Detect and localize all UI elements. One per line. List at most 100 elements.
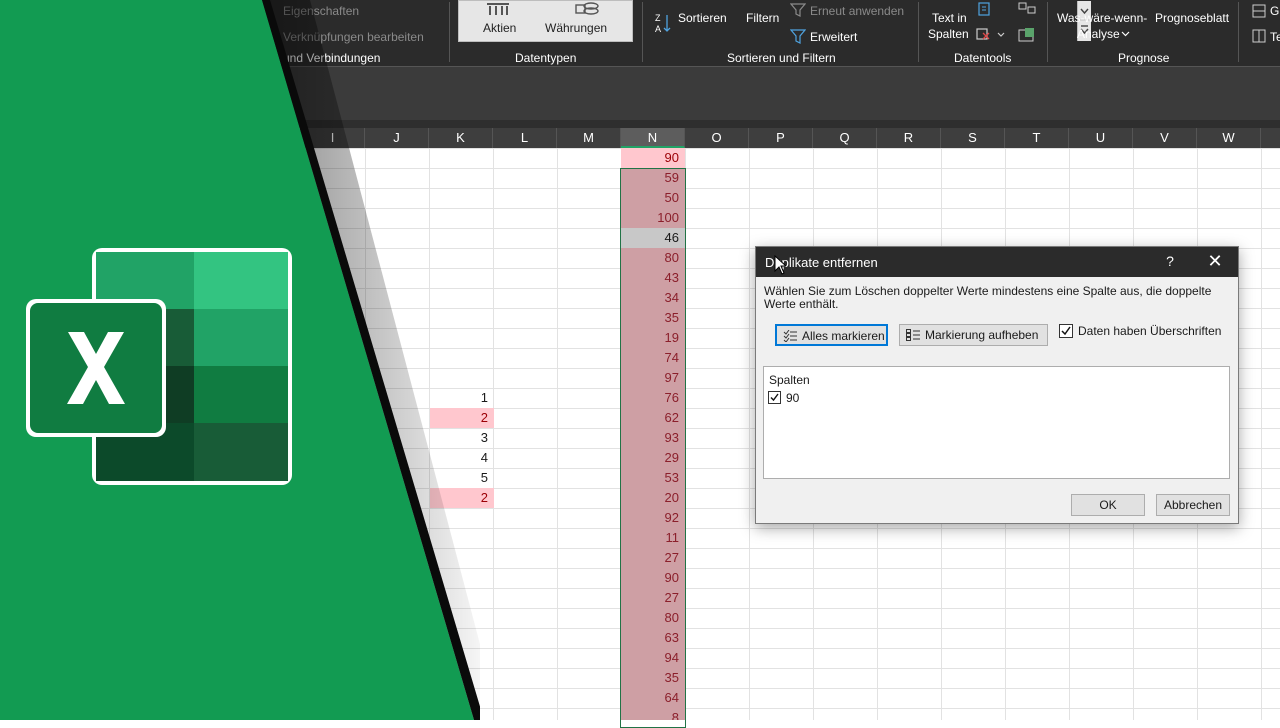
forecast-sheet-button[interactable]: Prognoseblatt <box>1155 11 1229 25</box>
sort-filter-group-label: Sortieren und Filtern <box>727 51 836 65</box>
cell-n25[interactable]: 63 <box>621 628 685 648</box>
cell-n13[interactable]: 76 <box>621 388 685 408</box>
stocks-button[interactable]: Aktien <box>483 21 516 35</box>
cell-n19[interactable]: 92 <box>621 508 685 528</box>
whatif-analysis-button[interactable]: Was-wäre-wenn- <box>1057 11 1147 25</box>
column-header-l[interactable]: L <box>493 128 557 148</box>
cell-n11[interactable]: 74 <box>621 348 685 368</box>
help-button[interactable]: ? <box>1161 253 1179 269</box>
ribbon-separator <box>918 2 919 62</box>
cell-n22[interactable]: 90 <box>621 568 685 588</box>
whatif-analysis-label-2[interactable]: Analyse <box>1077 27 1120 41</box>
ungroup-button[interactable]: Te <box>1270 30 1280 44</box>
ribbon-separator <box>642 2 643 62</box>
column-item-label[interactable]: 90 <box>786 391 799 405</box>
cell-n2[interactable]: 59 <box>621 168 685 188</box>
cell-n16[interactable]: 29 <box>621 448 685 468</box>
headers-checkbox[interactable] <box>1059 324 1073 338</box>
flash-fill-icon[interactable] <box>978 2 994 18</box>
advanced-filter-icon <box>790 29 806 44</box>
cell-n7[interactable]: 43 <box>621 268 685 288</box>
cell-n9[interactable]: 35 <box>621 308 685 328</box>
currencies-button[interactable]: Währungen <box>545 21 607 35</box>
svg-text:Z: Z <box>655 13 661 23</box>
dialog-description: Wählen Sie zum Löschen doppelter Werte m… <box>764 284 1212 311</box>
columns-listbox[interactable]: Spalten 90 <box>763 366 1230 479</box>
column-header-v[interactable]: V <box>1133 128 1197 148</box>
reapply-icon <box>790 3 806 17</box>
cell-n27[interactable]: 35 <box>621 668 685 688</box>
select-all-button[interactable]: Alles markieren <box>775 324 888 346</box>
select-all-icon <box>783 330 797 342</box>
remove-duplicates-dialog: Duplikate entfernen ? ✕ Wählen Sie zum L… <box>755 246 1239 524</box>
cell-n26[interactable]: 94 <box>621 648 685 668</box>
column-header-t[interactable]: T <box>1005 128 1069 148</box>
advanced-button[interactable]: Erweitert <box>810 30 857 44</box>
column-header-s[interactable]: S <box>941 128 1005 148</box>
svg-text:A: A <box>655 24 661 34</box>
columns-label: Spalten <box>769 373 810 387</box>
cancel-button[interactable]: Abbrechen <box>1156 494 1230 516</box>
datatypes-group-label: Datentypen <box>515 51 577 65</box>
sort-button[interactable]: Sortieren <box>678 11 727 25</box>
filter-button[interactable]: Filtern <box>746 11 779 25</box>
stocks-icon <box>487 3 509 15</box>
column-header-n[interactable]: N <box>621 128 685 148</box>
cell-n20[interactable]: 11 <box>621 528 685 548</box>
consolidate-icon[interactable] <box>1018 2 1036 18</box>
ribbon-separator <box>1238 2 1239 62</box>
unselect-all-button[interactable]: Markierung aufheben <box>899 324 1048 346</box>
group-icon <box>1252 4 1266 18</box>
group-button[interactable]: G <box>1270 4 1279 18</box>
reapply-button[interactable]: Erneut anwenden <box>810 4 904 18</box>
column-header-w[interactable]: W <box>1197 128 1261 148</box>
cell-n17[interactable]: 53 <box>621 468 685 488</box>
headers-checkbox-label[interactable]: Daten haben Überschriften <box>1078 324 1221 338</box>
cell-n18[interactable]: 20 <box>621 488 685 508</box>
cell-n8[interactable]: 34 <box>621 288 685 308</box>
column-checkbox[interactable] <box>768 391 781 404</box>
unselect-all-label: Markierung aufheben <box>925 328 1039 342</box>
column-header-o[interactable]: O <box>685 128 749 148</box>
cell-n1[interactable]: 90 <box>621 148 685 168</box>
ungroup-icon <box>1252 29 1266 43</box>
checkmark-icon <box>770 393 779 402</box>
cell-n28[interactable]: 64 <box>621 688 685 708</box>
data-model-icon[interactable] <box>1018 27 1036 43</box>
mouse-cursor-icon <box>774 255 786 275</box>
cell-n29[interactable]: 8 <box>621 708 685 720</box>
text-to-columns-label[interactable]: Text in <box>932 11 967 25</box>
checkmark-icon <box>1061 326 1071 336</box>
ok-button[interactable]: OK <box>1071 494 1145 516</box>
forecast-group-label: Prognose <box>1118 51 1170 65</box>
excel-logo <box>26 248 292 485</box>
dialog-title-bar[interactable]: Duplikate entfernen ? ✕ <box>756 247 1238 277</box>
chevron-down-icon <box>1121 31 1130 37</box>
cell-n5[interactable]: 46 <box>621 228 685 248</box>
datatype-gallery[interactable]: Aktien Währungen <box>458 0 1091 42</box>
cell-n15[interactable]: 93 <box>621 428 685 448</box>
column-header-q[interactable]: Q <box>813 128 877 148</box>
cell-n10[interactable]: 19 <box>621 328 685 348</box>
cell-n6[interactable]: 80 <box>621 248 685 268</box>
cell-n4[interactable]: 100 <box>621 208 685 228</box>
unselect-all-icon <box>906 329 920 341</box>
column-header-p[interactable]: P <box>749 128 813 148</box>
ribbon-separator <box>1047 2 1048 62</box>
cell-n21[interactable]: 27 <box>621 548 685 568</box>
column-header-u[interactable]: U <box>1069 128 1133 148</box>
cell-n12[interactable]: 97 <box>621 368 685 388</box>
cell-n23[interactable]: 27 <box>621 588 685 608</box>
datatools-group-label: Datentools <box>954 51 1012 65</box>
data-validation-icon[interactable] <box>976 27 1006 43</box>
column-header-m[interactable]: M <box>557 128 621 148</box>
currencies-icon <box>575 2 599 15</box>
cell-n14[interactable]: 62 <box>621 408 685 428</box>
close-button[interactable]: ✕ <box>1205 251 1225 272</box>
cell-n3[interactable]: 50 <box>621 188 685 208</box>
select-all-label: Alles markieren <box>802 329 885 343</box>
sort-za-icon: ZA <box>655 13 671 34</box>
column-header-r[interactable]: R <box>877 128 941 148</box>
cell-n24[interactable]: 80 <box>621 608 685 628</box>
text-to-columns-label-2[interactable]: Spalten <box>928 27 969 41</box>
